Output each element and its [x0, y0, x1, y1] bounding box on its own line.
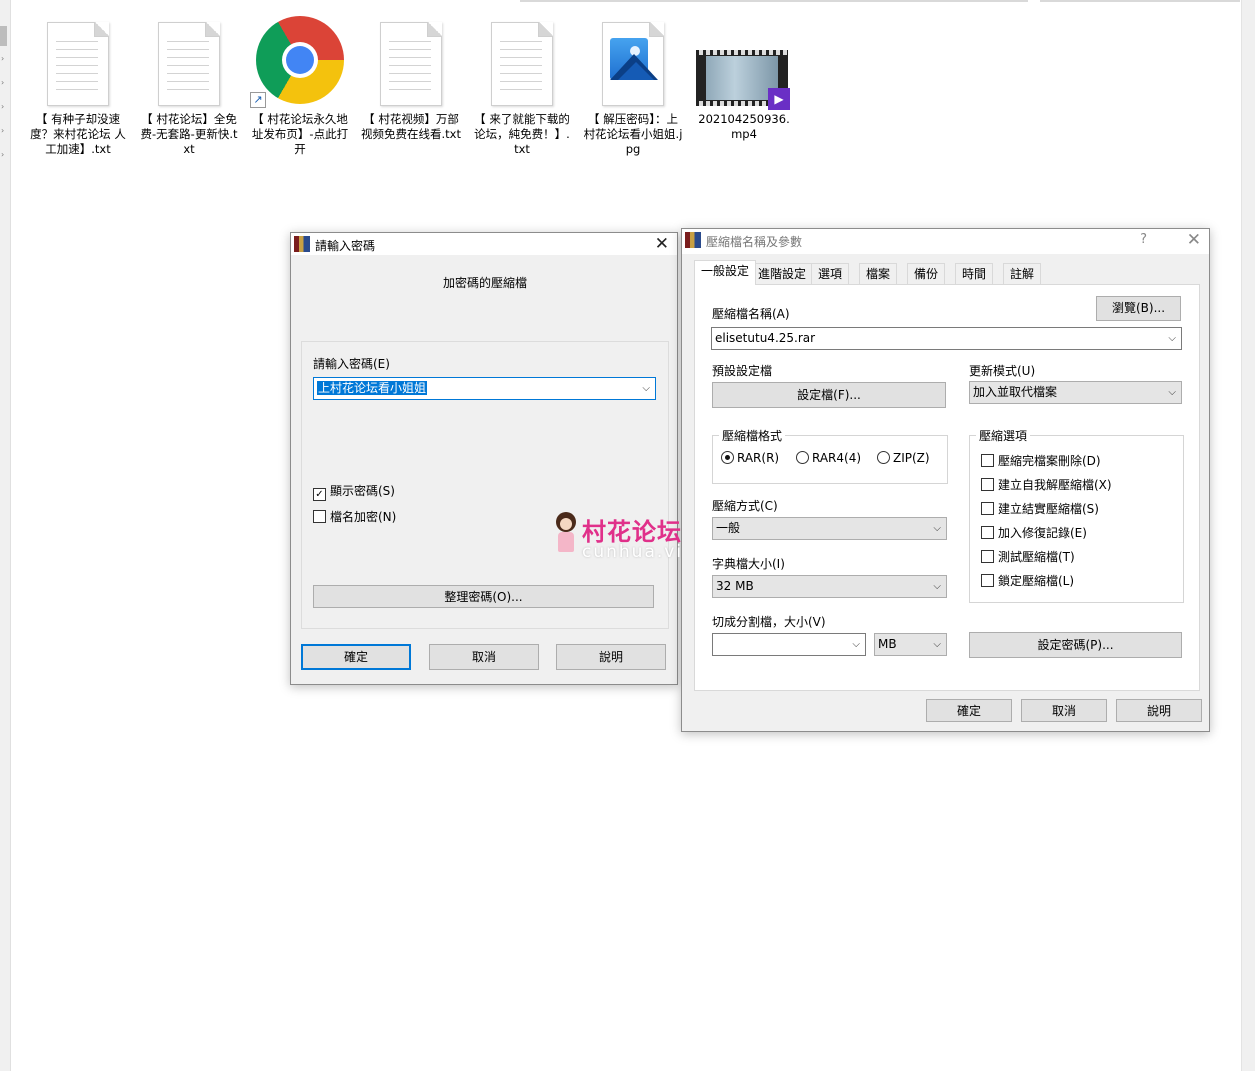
help-button[interactable]: 說明	[1116, 699, 1202, 722]
text-file-icon	[472, 20, 572, 112]
file-name: 【 村花论坛永久地址发布页】-点此打开	[251, 112, 349, 156]
expand-chevron-icon[interactable]: ›	[1, 151, 7, 159]
media-player-icon: ▶	[768, 88, 790, 110]
file-item[interactable]: 【 村花视频】万部视频免费在线看.txt	[361, 20, 461, 142]
file-name: 202104250936.mp4	[698, 112, 790, 141]
checkmark-icon: ✓	[313, 488, 326, 501]
password-input[interactable]: 上村花论坛看小姐姐 ⌵	[313, 377, 656, 400]
browse-button[interactable]: 瀏覽(B)...	[1096, 296, 1181, 321]
shortcut-arrow-icon: ↗	[250, 92, 266, 108]
profile-label: 預設設定檔	[712, 364, 773, 378]
archive-name-input[interactable]: elisetutu4.25.rar ⌵	[711, 327, 1182, 350]
dialog-subtitle: 加密碼的壓縮檔	[443, 276, 528, 290]
option-delete-after-checkbox[interactable]: 壓縮完檔案刪除(D)	[981, 452, 1101, 469]
split-size-input[interactable]: ⌵	[712, 633, 866, 656]
file-name: 【 解压密码】：上村花论坛看小姐姐.jpg	[583, 112, 683, 156]
file-item[interactable]: ↗ 【 村花论坛永久地址发布页】-点此打开	[250, 16, 350, 157]
expand-chevron-icon[interactable]: ›	[1, 127, 7, 135]
scroll-thumb[interactable]	[0, 26, 7, 46]
tab-general[interactable]: 一般設定	[694, 260, 757, 285]
help-icon[interactable]: ?	[1140, 232, 1147, 247]
title-bar[interactable]: 請輸入密碼 ✕	[291, 233, 677, 255]
help-button[interactable]: 說明	[556, 644, 666, 670]
file-name: 【 来了就能下载的论坛，純免费！】.txt	[474, 112, 570, 156]
chevron-down-icon[interactable]: ⌵	[642, 378, 650, 399]
dictionary-size-label: 字典檔大小(I)	[712, 557, 785, 571]
file-item[interactable]: ▶ 202104250936.mp4	[694, 20, 794, 142]
archive-format-label: 壓縮檔格式	[719, 427, 786, 444]
update-mode-select[interactable]: 加入並取代檔案 ⌵	[969, 381, 1182, 404]
set-password-button[interactable]: 設定密碼(P)...	[969, 632, 1182, 658]
show-password-checkbox[interactable]: ✓ 顯示密碼(S)	[313, 482, 395, 501]
chevron-down-icon[interactable]: ⌵	[1168, 382, 1176, 403]
navigation-pane-edge[interactable]: › › › › ›	[0, 0, 11, 1071]
option-lock-archive-checkbox[interactable]: 鎖定壓縮檔(L)	[981, 572, 1074, 589]
compression-method-label: 壓縮方式(C)	[712, 499, 778, 513]
file-item[interactable]: 【 解压密码】：上村花论坛看小姐姐.jpg	[583, 20, 683, 157]
profiles-button[interactable]: 設定檔(F)...	[712, 382, 946, 408]
format-rar4-radio[interactable]: RAR4(4)	[796, 451, 861, 465]
file-name: 【 村花视频】万部视频免费在线看.txt	[361, 112, 461, 141]
option-test-archive-checkbox[interactable]: 測試壓縮檔(T)	[981, 548, 1075, 565]
expand-chevron-icon[interactable]: ›	[1, 103, 7, 111]
tab-backup[interactable]: 備份	[907, 263, 946, 284]
text-file-icon	[139, 20, 239, 112]
ok-button[interactable]: 確定	[926, 699, 1012, 722]
dialog-title: 壓縮檔名稱及參數	[706, 235, 803, 249]
text-file-icon	[28, 20, 128, 112]
option-recovery-record-checkbox[interactable]: 加入修復記錄(E)	[981, 524, 1087, 541]
title-bar[interactable]: 壓縮檔名稱及參數 ? ✕	[682, 229, 1209, 254]
chevron-down-icon[interactable]: ⌵	[1168, 328, 1176, 349]
dialog-title: 請輸入密碼	[315, 239, 376, 253]
ok-button[interactable]: 確定	[301, 644, 411, 670]
password-dialog: 請輸入密碼 ✕ 加密碼的壓縮檔 請輸入密碼(E) 上村花论坛看小姐姐 ⌵ ✓ 顯示…	[290, 232, 678, 685]
password-prompt-label: 請輸入密碼(E)	[313, 357, 390, 371]
archive-options-label: 壓縮選項	[976, 427, 1031, 444]
dictionary-size-select[interactable]: 32 MB ⌵	[712, 575, 947, 598]
organize-passwords-button[interactable]: 整理密碼(O)...	[313, 585, 654, 608]
tab-time[interactable]: 時間	[955, 263, 994, 284]
tab-options[interactable]: 選項	[811, 263, 850, 284]
option-sfx-checkbox[interactable]: 建立自我解壓縮檔(X)	[981, 476, 1112, 493]
archive-parameters-dialog: 壓縮檔名稱及參數 ? ✕ 一般設定 進階設定 選項 檔案 備份 時間 註解 壓縮…	[681, 228, 1210, 732]
chevron-down-icon[interactable]: ⌵	[933, 576, 941, 597]
format-zip-radio[interactable]: ZIP(Z)	[877, 451, 930, 465]
tab-advanced[interactable]: 進階設定	[751, 263, 814, 284]
cartoon-girl-icon	[552, 512, 580, 556]
tab-files[interactable]: 檔案	[859, 263, 898, 284]
tab-comment[interactable]: 註解	[1003, 263, 1042, 284]
expand-chevron-icon[interactable]: ›	[1, 55, 7, 63]
explorer-top-border	[0, 0, 1255, 4]
split-unit-select[interactable]: MB ⌵	[874, 633, 947, 656]
winrar-icon	[294, 236, 310, 252]
format-rar-radio[interactable]: RAR(R)	[721, 451, 779, 465]
cancel-button[interactable]: 取消	[429, 644, 539, 670]
expand-chevron-icon[interactable]: ›	[1, 79, 7, 87]
text-file-icon	[361, 20, 461, 112]
cancel-button[interactable]: 取消	[1021, 699, 1107, 722]
vertical-scrollbar[interactable]	[1241, 0, 1255, 1071]
video-file-icon: ▶	[694, 20, 794, 112]
close-icon[interactable]: ✕	[1187, 230, 1201, 250]
close-icon[interactable]: ✕	[655, 234, 669, 254]
chevron-down-icon[interactable]: ⌵	[933, 634, 941, 655]
chevron-down-icon[interactable]: ⌵	[933, 518, 941, 539]
file-name: 【 村花论坛】全免费-无套路-更新快.txt	[140, 112, 238, 156]
watermark-url: cunhua.vi	[582, 542, 684, 562]
file-item[interactable]: 【 来了就能下载的论坛，純免费！】.txt	[472, 20, 572, 157]
chevron-down-icon[interactable]: ⌵	[852, 634, 860, 655]
archive-name-label: 壓縮檔名稱(A)	[712, 307, 790, 321]
password-value: 上村花论坛看小姐姐	[317, 381, 428, 395]
file-name: 【 有种子却没速度？来村花论坛 人工加速】.txt	[30, 112, 126, 156]
chrome-shortcut-icon: ↗	[250, 16, 350, 112]
winrar-icon	[685, 232, 701, 248]
encrypt-filenames-checkbox[interactable]: 檔名加密(N)	[313, 508, 396, 525]
option-solid-checkbox[interactable]: 建立結實壓縮檔(S)	[981, 500, 1099, 517]
compression-method-select[interactable]: 一般 ⌵	[712, 517, 947, 540]
update-mode-label: 更新模式(U)	[969, 364, 1036, 378]
file-item[interactable]: 【 有种子却没速度？来村花论坛 人工加速】.txt	[28, 20, 128, 157]
image-file-icon	[583, 20, 683, 112]
split-volumes-label: 切成分割檔，大小(V)	[712, 615, 826, 629]
file-item[interactable]: 【 村花论坛】全免费-无套路-更新快.txt	[139, 20, 239, 157]
